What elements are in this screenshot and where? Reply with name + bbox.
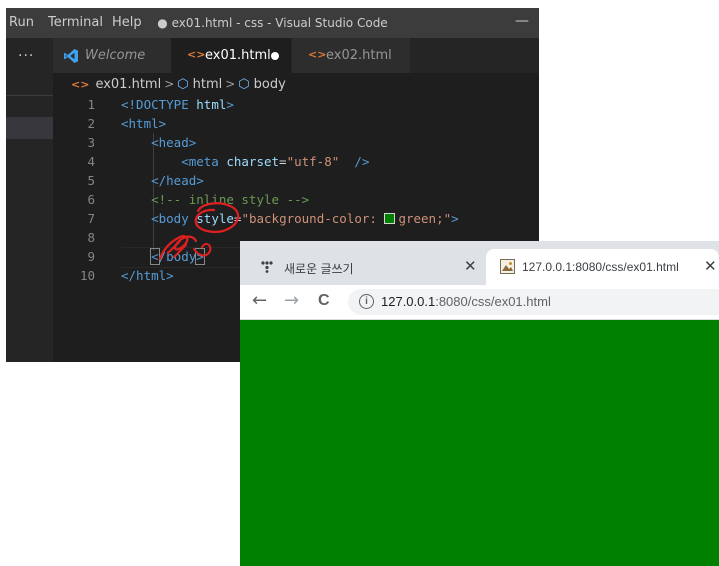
code-text: <head> — [121, 133, 196, 152]
menu-bar: Run Terminal Help ● ex01.html - css - Vi… — [6, 8, 539, 38]
info-icon[interactable]: i — [359, 294, 374, 309]
image-favicon-icon — [500, 259, 515, 277]
breadcrumb: <> ex01.html > ⬡ html > ⬡ body — [71, 73, 286, 95]
breadcrumb-html[interactable]: html — [193, 77, 223, 92]
tab-ex02[interactable]: <> ex02.html — [292, 38, 410, 73]
code-token: html — [196, 97, 227, 112]
unsaved-dot-icon[interactable] — [271, 52, 279, 60]
side-bar-selected-item[interactable] — [6, 117, 53, 139]
line-number: 2 — [87, 116, 95, 131]
code-token: > — [451, 211, 459, 226]
code-token: green;" — [398, 211, 452, 226]
code-text: <meta charset="utf-8" /> — [121, 152, 369, 171]
browser-toolbar: ← → C i 127.0.0.1:8080/css/ex01.html — [240, 285, 719, 320]
page-viewport[interactable] — [240, 320, 719, 566]
code-token: <!DOCTYPE — [121, 97, 197, 112]
tab-ex01-label: ex01.html — [205, 48, 271, 63]
line-number: 4 — [87, 154, 95, 169]
close-tab-icon[interactable]: ✕ — [704, 257, 717, 275]
code-text: </head> — [121, 171, 204, 190]
line-number: 8 — [87, 230, 95, 245]
chevron-right-icon: > — [225, 77, 236, 91]
close-tab-icon[interactable]: ✕ — [464, 257, 477, 275]
code-line[interactable]: 4 <meta charset="utf-8" /> — [53, 152, 539, 171]
code-token: <meta — [121, 154, 227, 169]
code-line[interactable]: 3 <head> — [53, 133, 539, 152]
tab-ex01[interactable]: <> ex01.html — [171, 38, 291, 73]
code-line[interactable]: 5 </head> — [53, 171, 539, 190]
side-bar: ··· — [6, 38, 53, 362]
color-swatch-icon[interactable] — [384, 213, 396, 224]
tab-ex02-label: ex02.html — [326, 48, 392, 63]
reload-icon[interactable]: C — [318, 292, 330, 310]
address-bar[interactable]: i 127.0.0.1:8080/css/ex01.html — [348, 289, 719, 315]
line-number: 9 — [87, 249, 95, 264]
browser-tab-ex01[interactable]: 127.0.0.1:8080/css/ex01.html ✕ — [486, 249, 719, 285]
url-text[interactable]: 127.0.0.1:8080/css/ex01.html — [381, 294, 551, 309]
browser-tab-label: 127.0.0.1:8080/css/ex01.html — [522, 260, 679, 274]
element-cube-icon: ⬡ — [238, 76, 250, 92]
tab-welcome-label: Welcome — [85, 48, 146, 63]
html-file-icon: <> — [187, 48, 206, 61]
code-line[interactable]: 6 <!-- inline style --> — [53, 190, 539, 209]
code-token: <html> — [121, 116, 167, 131]
code-token: "background-color: — [241, 211, 385, 226]
browser-window: 새로운 글쓰기 ✕ 127.0.0.1:8080/css/ex01.html ✕… — [240, 241, 719, 566]
forward-icon[interactable]: → — [284, 290, 299, 311]
code-token: </head> — [121, 173, 204, 188]
code-text: <html> — [121, 114, 166, 133]
back-icon[interactable]: ← — [252, 290, 267, 311]
dots-favicon-icon — [260, 259, 274, 276]
window-title: ● ex01.html - css - Visual Studio Code — [157, 16, 388, 30]
minimize-button[interactable]: — — [515, 13, 529, 29]
red-scribble-annotation — [158, 202, 240, 261]
line-number: 1 — [87, 97, 95, 112]
vscode-logo-icon — [63, 48, 79, 68]
line-number: 3 — [87, 135, 95, 150]
code-token: "utf-8" — [286, 154, 340, 169]
html-file-icon: <> — [71, 77, 90, 91]
breadcrumb-file[interactable]: ex01.html — [95, 77, 161, 92]
code-token: charset — [226, 154, 280, 169]
browser-tab-label: 새로운 글쓰기 — [284, 262, 354, 276]
side-bar-divider — [6, 95, 53, 96]
chevron-right-icon: > — [164, 77, 175, 91]
code-token: /> — [339, 154, 370, 169]
browser-tab-strip: 새로운 글쓰기 ✕ 127.0.0.1:8080/css/ex01.html ✕ — [240, 241, 719, 285]
html-file-icon: <> — [308, 48, 327, 61]
code-token: = — [279, 154, 287, 169]
code-line[interactable]: 7 <body style="background-color: green;"… — [53, 209, 539, 228]
line-number: 6 — [87, 192, 95, 207]
url-host: 127.0.0.1 — [381, 294, 436, 309]
code-token: <head> — [121, 135, 197, 150]
line-number: 5 — [87, 173, 95, 188]
url-path: :8080/css/ex01.html — [435, 294, 551, 309]
line-number: 10 — [79, 268, 95, 283]
line-number: 7 — [87, 211, 95, 226]
browser-tab-new-post[interactable]: 새로운 글쓰기 ✕ — [240, 249, 485, 285]
more-actions-button[interactable]: ··· — [18, 48, 34, 64]
breadcrumb-body[interactable]: body — [254, 77, 286, 92]
code-line[interactable]: 2 <html> — [53, 114, 539, 133]
code-token: > — [226, 97, 234, 112]
element-cube-icon: ⬡ — [177, 76, 189, 92]
tab-welcome[interactable]: Welcome — [53, 38, 171, 73]
code-text: <!DOCTYPE html> — [121, 95, 234, 114]
code-line[interactable]: 1 <!DOCTYPE html> — [53, 95, 539, 114]
